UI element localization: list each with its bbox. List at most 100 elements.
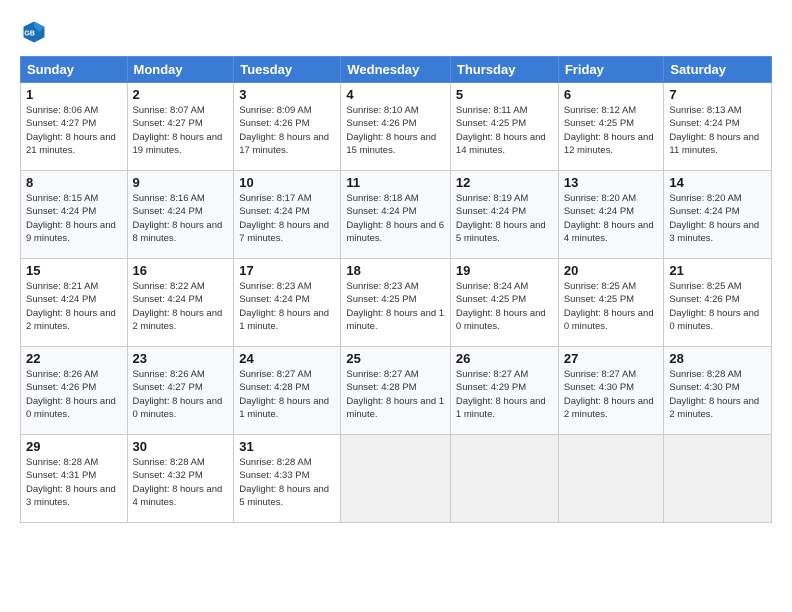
day-info: Sunrise: 8:12 AMSunset: 4:25 PMDaylight:…: [564, 104, 659, 157]
day-number: 20: [564, 263, 659, 278]
calendar-cell: 17 Sunrise: 8:23 AMSunset: 4:24 PMDayligh…: [234, 259, 341, 347]
calendar-cell: 20 Sunrise: 8:25 AMSunset: 4:25 PMDayligh…: [558, 259, 664, 347]
day-number: 17: [239, 263, 335, 278]
day-info: Sunrise: 8:20 AMSunset: 4:24 PMDaylight:…: [669, 192, 766, 245]
day-info: Sunrise: 8:28 AMSunset: 4:33 PMDaylight:…: [239, 456, 335, 509]
day-number: 22: [26, 351, 122, 366]
calendar-week-3: 15 Sunrise: 8:21 AMSunset: 4:24 PMDayligh…: [21, 259, 772, 347]
day-info: Sunrise: 8:11 AMSunset: 4:25 PMDaylight:…: [456, 104, 553, 157]
day-number: 2: [133, 87, 229, 102]
calendar-cell: 3 Sunrise: 8:09 AMSunset: 4:26 PMDaylight…: [234, 83, 341, 171]
calendar-cell: 14 Sunrise: 8:20 AMSunset: 4:24 PMDayligh…: [664, 171, 772, 259]
day-number: 5: [456, 87, 553, 102]
calendar-cell: 1 Sunrise: 8:06 AMSunset: 4:27 PMDaylight…: [21, 83, 128, 171]
calendar-cell: [450, 435, 558, 523]
calendar-header-thursday: Thursday: [450, 57, 558, 83]
calendar-cell: 8 Sunrise: 8:15 AMSunset: 4:24 PMDaylight…: [21, 171, 128, 259]
day-info: Sunrise: 8:27 AMSunset: 4:28 PMDaylight:…: [239, 368, 335, 421]
day-number: 19: [456, 263, 553, 278]
day-info: Sunrise: 8:25 AMSunset: 4:25 PMDaylight:…: [564, 280, 659, 333]
calendar-cell: 9 Sunrise: 8:16 AMSunset: 4:24 PMDaylight…: [127, 171, 234, 259]
day-info: Sunrise: 8:27 AMSunset: 4:30 PMDaylight:…: [564, 368, 659, 421]
day-number: 3: [239, 87, 335, 102]
day-info: Sunrise: 8:16 AMSunset: 4:24 PMDaylight:…: [133, 192, 229, 245]
day-info: Sunrise: 8:09 AMSunset: 4:26 PMDaylight:…: [239, 104, 335, 157]
day-number: 30: [133, 439, 229, 454]
calendar-cell: [664, 435, 772, 523]
day-number: 26: [456, 351, 553, 366]
day-info: Sunrise: 8:24 AMSunset: 4:25 PMDaylight:…: [456, 280, 553, 333]
day-info: Sunrise: 8:22 AMSunset: 4:24 PMDaylight:…: [133, 280, 229, 333]
day-number: 12: [456, 175, 553, 190]
day-info: Sunrise: 8:25 AMSunset: 4:26 PMDaylight:…: [669, 280, 766, 333]
day-info: Sunrise: 8:28 AMSunset: 4:32 PMDaylight:…: [133, 456, 229, 509]
logo-icon: GB: [20, 18, 48, 46]
calendar-week-2: 8 Sunrise: 8:15 AMSunset: 4:24 PMDaylight…: [21, 171, 772, 259]
day-info: Sunrise: 8:28 AMSunset: 4:31 PMDaylight:…: [26, 456, 122, 509]
day-number: 1: [26, 87, 122, 102]
calendar-cell: 28Sunrise: 8:28 AMSunset: 4:30 PMDayligh…: [664, 347, 772, 435]
day-number: 31: [239, 439, 335, 454]
day-info: Sunrise: 8:15 AMSunset: 4:24 PMDaylight:…: [26, 192, 122, 245]
calendar-cell: 16Sunrise: 8:22 AMSunset: 4:24 PMDayligh…: [127, 259, 234, 347]
day-number: 7: [669, 87, 766, 102]
calendar-cell: 27 Sunrise: 8:27 AMSunset: 4:30 PMDayligh…: [558, 347, 664, 435]
day-number: 23: [133, 351, 229, 366]
calendar-cell: 25Sunrise: 8:27 AMSunset: 4:28 PMDayligh…: [341, 347, 451, 435]
calendar-cell: 23 Sunrise: 8:26 AMSunset: 4:27 PMDayligh…: [127, 347, 234, 435]
day-info: Sunrise: 8:07 AMSunset: 4:27 PMDaylight:…: [133, 104, 229, 157]
calendar-header-monday: Monday: [127, 57, 234, 83]
calendar-cell: [558, 435, 664, 523]
calendar-cell: [341, 435, 451, 523]
day-number: 8: [26, 175, 122, 190]
day-number: 27: [564, 351, 659, 366]
day-info: Sunrise: 8:06 AMSunset: 4:27 PMDaylight:…: [26, 104, 122, 157]
calendar-cell: 10Sunrise: 8:17 AMSunset: 4:24 PMDayligh…: [234, 171, 341, 259]
day-info: Sunrise: 8:26 AMSunset: 4:27 PMDaylight:…: [133, 368, 229, 421]
day-number: 18: [346, 263, 445, 278]
day-info: Sunrise: 8:18 AMSunset: 4:24 PMDaylight:…: [346, 192, 445, 245]
header: GB: [20, 18, 772, 46]
day-number: 28: [669, 351, 766, 366]
calendar-cell: 19 Sunrise: 8:24 AMSunset: 4:25 PMDayligh…: [450, 259, 558, 347]
calendar-cell: 2 Sunrise: 8:07 AMSunset: 4:27 PMDaylight…: [127, 83, 234, 171]
calendar: SundayMondayTuesdayWednesdayThursdayFrid…: [20, 56, 772, 523]
calendar-header-row: SundayMondayTuesdayWednesdayThursdayFrid…: [21, 57, 772, 83]
calendar-header-sunday: Sunday: [21, 57, 128, 83]
day-number: 11: [346, 175, 445, 190]
calendar-week-5: 29Sunrise: 8:28 AMSunset: 4:31 PMDayligh…: [21, 435, 772, 523]
logo: GB: [20, 18, 52, 46]
day-info: Sunrise: 8:23 AMSunset: 4:25 PMDaylight:…: [346, 280, 445, 333]
calendar-cell: 7Sunrise: 8:13 AMSunset: 4:24 PMDaylight…: [664, 83, 772, 171]
day-info: Sunrise: 8:26 AMSunset: 4:26 PMDaylight:…: [26, 368, 122, 421]
day-number: 4: [346, 87, 445, 102]
calendar-cell: 6Sunrise: 8:12 AMSunset: 4:25 PMDaylight…: [558, 83, 664, 171]
calendar-header-saturday: Saturday: [664, 57, 772, 83]
day-number: 21: [669, 263, 766, 278]
day-number: 14: [669, 175, 766, 190]
calendar-cell: 15 Sunrise: 8:21 AMSunset: 4:24 PMDayligh…: [21, 259, 128, 347]
calendar-cell: 5 Sunrise: 8:11 AMSunset: 4:25 PMDaylight…: [450, 83, 558, 171]
calendar-cell: 26Sunrise: 8:27 AMSunset: 4:29 PMDayligh…: [450, 347, 558, 435]
day-info: Sunrise: 8:21 AMSunset: 4:24 PMDaylight:…: [26, 280, 122, 333]
calendar-cell: 18 Sunrise: 8:23 AMSunset: 4:25 PMDayligh…: [341, 259, 451, 347]
calendar-cell: 4 Sunrise: 8:10 AMSunset: 4:26 PMDaylight…: [341, 83, 451, 171]
calendar-cell: 21 Sunrise: 8:25 AMSunset: 4:26 PMDayligh…: [664, 259, 772, 347]
day-number: 15: [26, 263, 122, 278]
day-info: Sunrise: 8:20 AMSunset: 4:24 PMDaylight:…: [564, 192, 659, 245]
calendar-cell: 22 Sunrise: 8:26 AMSunset: 4:26 PMDayligh…: [21, 347, 128, 435]
calendar-header-wednesday: Wednesday: [341, 57, 451, 83]
calendar-cell: 12Sunrise: 8:19 AMSunset: 4:24 PMDayligh…: [450, 171, 558, 259]
day-number: 24: [239, 351, 335, 366]
calendar-header-friday: Friday: [558, 57, 664, 83]
day-info: Sunrise: 8:10 AMSunset: 4:26 PMDaylight:…: [346, 104, 445, 157]
calendar-cell: 29Sunrise: 8:28 AMSunset: 4:31 PMDayligh…: [21, 435, 128, 523]
day-info: Sunrise: 8:23 AMSunset: 4:24 PMDaylight:…: [239, 280, 335, 333]
calendar-cell: 13Sunrise: 8:20 AMSunset: 4:24 PMDayligh…: [558, 171, 664, 259]
calendar-cell: 30 Sunrise: 8:28 AMSunset: 4:32 PMDayligh…: [127, 435, 234, 523]
day-info: Sunrise: 8:17 AMSunset: 4:24 PMDaylight:…: [239, 192, 335, 245]
day-number: 9: [133, 175, 229, 190]
day-number: 25: [346, 351, 445, 366]
calendar-header-tuesday: Tuesday: [234, 57, 341, 83]
calendar-week-4: 22 Sunrise: 8:26 AMSunset: 4:26 PMDayligh…: [21, 347, 772, 435]
